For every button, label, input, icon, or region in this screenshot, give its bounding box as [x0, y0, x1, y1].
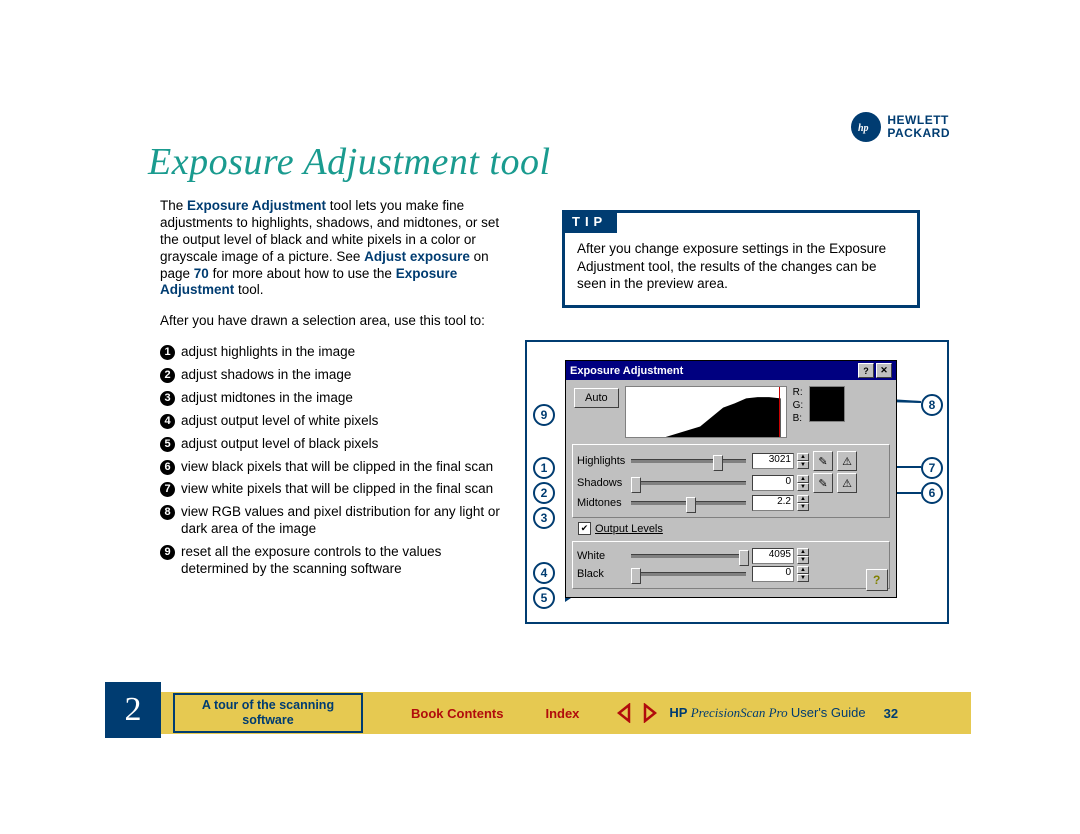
- highlights-label: Highlights: [577, 455, 631, 467]
- histogram: [625, 386, 787, 438]
- black-label: Black: [577, 568, 631, 580]
- dialog-titlebar[interactable]: Exposure Adjustment ? ✕: [566, 361, 896, 380]
- intro-paragraph: The Exposure Adjustment tool lets you ma…: [160, 198, 510, 299]
- shadows-spinner[interactable]: ▲▼: [797, 475, 809, 491]
- list-item: 1adjust highlights in the image: [160, 344, 510, 361]
- shadows-value[interactable]: 0: [752, 475, 794, 491]
- link-page-70[interactable]: 70: [194, 266, 209, 281]
- chapter-title-link[interactable]: A tour of the scanning software: [173, 693, 363, 733]
- next-page-icon[interactable]: [639, 703, 659, 723]
- highlights-eyedropper-icon[interactable]: ✎: [813, 451, 833, 471]
- logo-line2: PACKARD: [887, 127, 950, 140]
- list-item: 7view white pixels that will be clipped …: [160, 481, 510, 498]
- black-slider[interactable]: [631, 572, 746, 576]
- output-levels-checkbox[interactable]: ✔ Output Levels: [578, 522, 890, 535]
- list-item: 8view RGB values and pixel distribution …: [160, 504, 510, 538]
- index-link[interactable]: Index: [545, 706, 579, 721]
- list-item: 5adjust output level of black pixels: [160, 436, 510, 453]
- dialog-help-icon[interactable]: ?: [866, 569, 888, 591]
- footer-bar: 2 A tour of the scanning software Book C…: [105, 692, 971, 734]
- white-label: White: [577, 550, 631, 562]
- lead-sentence: After you have drawn a selection area, u…: [160, 313, 510, 330]
- close-button[interactable]: ✕: [876, 363, 892, 378]
- exposure-dialog: Exposure Adjustment ? ✕ Auto R: G:: [565, 360, 897, 598]
- shadows-warning-icon[interactable]: ⚠: [837, 473, 857, 493]
- dialog-figure: 9 1 2 3 4 5 8 7 6 Exposure Adjustment ? …: [525, 340, 949, 624]
- prev-page-icon[interactable]: [615, 703, 635, 723]
- shadows-label: Shadows: [577, 477, 631, 489]
- black-spinner[interactable]: ▲▼: [797, 566, 809, 582]
- midtones-slider[interactable]: [631, 501, 746, 505]
- context-help-button[interactable]: ?: [858, 363, 874, 378]
- body-column: The Exposure Adjustment tool lets you ma…: [160, 198, 510, 584]
- callout-4: 4: [533, 562, 555, 584]
- guide-title: HP PrecisionScan Pro User's Guide: [669, 705, 865, 721]
- midtones-spinner[interactable]: ▲▼: [797, 495, 809, 511]
- black-value[interactable]: 0: [752, 566, 794, 582]
- feature-list: 1adjust highlights in the image 2adjust …: [160, 344, 510, 578]
- link-adjust-exposure[interactable]: Adjust exposure: [364, 249, 470, 264]
- list-item: 3adjust midtones in the image: [160, 390, 510, 407]
- white-value[interactable]: 4095: [752, 548, 794, 564]
- callout-5: 5: [533, 587, 555, 609]
- checkbox-icon[interactable]: ✔: [578, 522, 591, 535]
- dialog-title-text: Exposure Adjustment: [570, 365, 683, 377]
- callout-2: 2: [533, 482, 555, 504]
- tool-name: Exposure Adjustment: [187, 198, 326, 213]
- highlights-warning-icon[interactable]: ⚠: [837, 451, 857, 471]
- hp-logo-mark: hp: [851, 112, 881, 142]
- callout-9: 9: [533, 404, 555, 426]
- book-contents-link[interactable]: Book Contents: [411, 706, 503, 721]
- white-spinner[interactable]: ▲▼: [797, 548, 809, 564]
- list-item: 9reset all the exposure controls to the …: [160, 544, 510, 578]
- page-number: 32: [884, 706, 898, 721]
- list-item: 4adjust output level of white pixels: [160, 413, 510, 430]
- midtones-label: Midtones: [577, 497, 631, 509]
- highlights-slider[interactable]: [631, 459, 746, 463]
- tip-header: TIP: [562, 210, 617, 233]
- callout-3: 3: [533, 507, 555, 529]
- auto-button[interactable]: Auto: [574, 388, 619, 408]
- hp-logo: hp HEWLETT PACKARD: [851, 112, 950, 142]
- white-slider[interactable]: [631, 554, 746, 558]
- page-title: Exposure Adjustment tool: [148, 140, 551, 184]
- sample-swatch: [809, 386, 845, 422]
- svg-text:hp: hp: [858, 123, 869, 134]
- highlights-spinner[interactable]: ▲▼: [797, 453, 809, 469]
- chapter-number: 2: [105, 682, 161, 738]
- svg-text:?: ?: [873, 574, 880, 586]
- callout-1: 1: [533, 457, 555, 479]
- rgb-readout: R: G: B:: [793, 386, 804, 425]
- list-item: 2adjust shadows in the image: [160, 367, 510, 384]
- tip-box: TIP After you change exposure settings i…: [562, 210, 920, 308]
- midtones-value[interactable]: 2.2: [752, 495, 794, 511]
- highlights-value[interactable]: 3021: [752, 453, 794, 469]
- shadows-eyedropper-icon[interactable]: ✎: [813, 473, 833, 493]
- shadows-slider[interactable]: [631, 481, 746, 485]
- list-item: 6view black pixels that will be clipped …: [160, 459, 510, 476]
